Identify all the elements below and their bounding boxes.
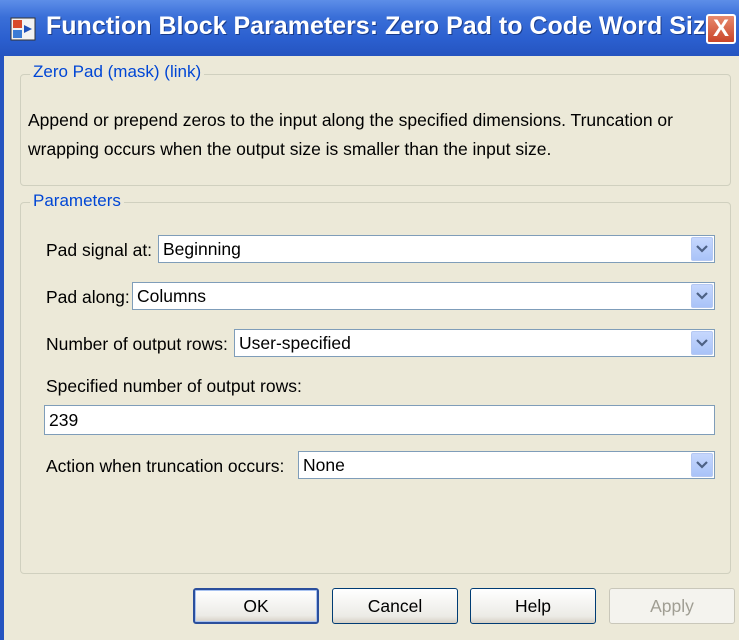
help-button[interactable]: Help: [470, 588, 596, 624]
truncation-action-label: Action when truncation occurs:: [46, 456, 285, 476]
chevron-down-icon[interactable]: [691, 453, 713, 477]
chevron-down-icon[interactable]: [691, 237, 713, 261]
chevron-down-icon[interactable]: [691, 284, 713, 308]
pad-along-dropdown[interactable]: Columns: [132, 282, 715, 310]
truncation-action-dropdown[interactable]: None: [298, 451, 715, 479]
pad-along-value: Columns: [137, 286, 207, 306]
mask-group-label: Zero Pad (mask) (link): [30, 62, 205, 82]
window-title: Function Block Parameters: Zero Pad to C…: [46, 12, 734, 40]
specified-rows-input[interactable]: [45, 406, 714, 434]
num-output-rows-value: User-specified: [239, 333, 351, 353]
num-output-rows-dropdown[interactable]: User-specified: [234, 329, 715, 357]
pad-signal-at-label: Pad signal at:: [46, 240, 153, 260]
specified-rows-field-frame: [44, 405, 715, 435]
title-bar[interactable]: Function Block Parameters: Zero Pad to C…: [0, 0, 739, 56]
pad-signal-at-value: Beginning: [163, 239, 241, 259]
pad-signal-at-dropdown[interactable]: Beginning: [158, 235, 715, 263]
chevron-down-icon[interactable]: [691, 331, 713, 355]
parameters-group-label: Parameters: [30, 191, 124, 211]
close-icon: X: [712, 15, 729, 42]
mask-description-text: Append or prepend zeros to the input alo…: [28, 110, 673, 159]
apply-button[interactable]: Apply: [609, 588, 735, 624]
specified-rows-label: Specified number of output rows:: [46, 376, 302, 396]
cancel-button[interactable]: Cancel: [332, 588, 458, 624]
close-button[interactable]: X: [706, 14, 736, 44]
pad-along-label: Pad along:: [46, 287, 130, 307]
simulink-block-icon: [10, 17, 36, 41]
ok-button[interactable]: OK: [193, 588, 319, 624]
num-output-rows-label: Number of output rows:: [46, 334, 228, 354]
window-frame: [0, 56, 4, 640]
truncation-action-value: None: [303, 455, 345, 475]
